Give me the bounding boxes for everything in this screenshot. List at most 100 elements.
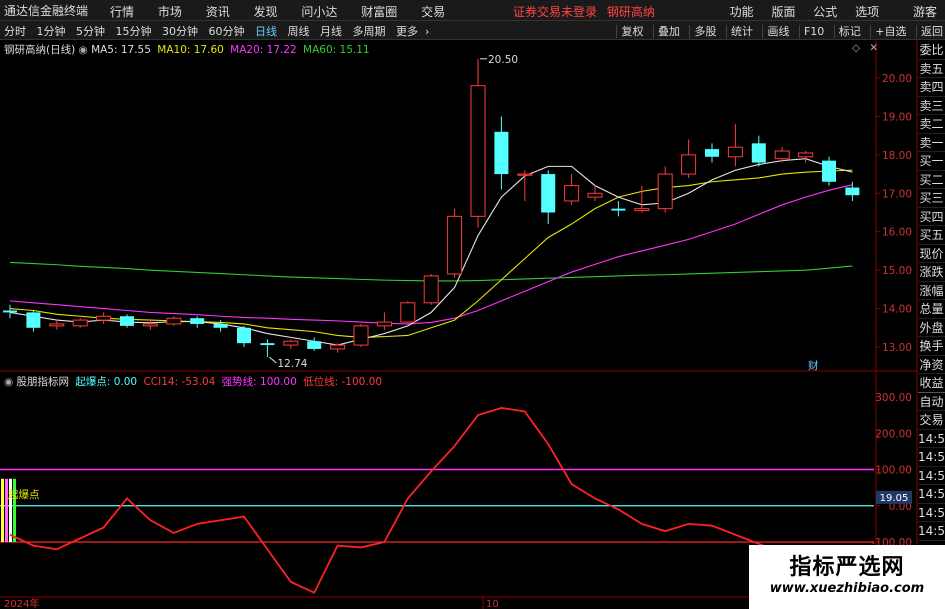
settings-icon[interactable]: ◉ [79, 44, 88, 56]
chevron-right-icon[interactable]: › [425, 25, 429, 38]
menu-item-jiaoyi[interactable]: 交易 [421, 5, 445, 19]
sidebar-item[interactable]: 14:56 [918, 485, 945, 504]
tool-draw-line-button[interactable]: 画线 [762, 25, 790, 38]
candle-body-up [330, 344, 346, 350]
menu-item-wenxiaoda[interactable]: 问小达 [301, 5, 337, 19]
sidebar-item[interactable]: 自动 [918, 393, 945, 411]
x-label-year: 2024年 [4, 597, 39, 609]
tool-fuquan-button[interactable]: 复权 [616, 25, 644, 38]
candle-body-up [774, 150, 790, 160]
sidebar-item[interactable]: 涨跌 [918, 263, 945, 282]
candle-body-up [470, 85, 486, 217]
sidebar-item[interactable]: 委比 [918, 41, 945, 60]
candle-body-up [798, 152, 814, 158]
tab-5min[interactable]: 5分钟 [76, 25, 105, 38]
candle-body-up [166, 317, 182, 325]
menu-item-shichang[interactable]: 市场 [158, 5, 182, 19]
tab-1min[interactable]: 1分钟 [37, 25, 66, 38]
sidebar-item[interactable]: 买二 [918, 171, 945, 189]
tab-15min[interactable]: 15分钟 [116, 25, 152, 38]
indicator-settings-icon[interactable]: ◉ [4, 376, 13, 388]
tool-f10-button[interactable]: F10 [798, 25, 825, 38]
menu-item-faxian[interactable]: 发现 [254, 5, 278, 19]
indicator-tick-label: 200.00 [875, 428, 912, 440]
candle-body-up [72, 319, 88, 327]
tab-weekly[interactable]: 周线 [288, 25, 310, 38]
sidebar-item[interactable]: 卖三 [918, 97, 945, 115]
sidebar-item[interactable]: 外盘 [918, 319, 945, 337]
sidebar-item[interactable]: 总量 [918, 300, 945, 319]
sidebar-item[interactable]: 卖四 [918, 78, 945, 97]
sidebar-item[interactable]: 14:56 [918, 448, 945, 467]
price-tick-label: 17.00 [882, 188, 912, 200]
candle-body-up [657, 173, 673, 210]
sidebar-item[interactable]: 涨幅 [918, 282, 945, 300]
menu-bar: 通达信金融终端 行情 市场 资讯 发现 问小达 财富圈 交易 证券交易未登录 钢… [0, 0, 945, 21]
sidebar-item[interactable]: 换手 [918, 337, 945, 356]
menu-item-gongneng[interactable]: 功能 [730, 5, 754, 19]
candle-body-down [213, 323, 228, 328]
menu-item-caifuquan[interactable]: 财富圈 [361, 5, 397, 19]
right-menu: 功能 版面 公式 选项 游客 [716, 3, 937, 20]
sidebar-item[interactable]: 买一 [918, 152, 945, 171]
menu-item-zixun[interactable]: 资讯 [206, 5, 230, 19]
trade-login-status[interactable]: 证券交易未登录 [513, 5, 597, 19]
sidebar-item[interactable]: 14:56 [918, 504, 945, 522]
close-icon[interactable]: ✕ [869, 42, 878, 54]
current-stock-name: 钢研高纳 [606, 5, 655, 19]
tab-monthly[interactable]: 月线 [320, 25, 342, 38]
tab-60min[interactable]: 60分钟 [209, 25, 245, 38]
menu-item-banmian[interactable]: 版面 [771, 5, 795, 19]
tab-30min[interactable]: 30分钟 [162, 25, 198, 38]
candle-body-up [517, 173, 533, 176]
ma5-line [9, 158, 853, 346]
candle-body-up [727, 146, 743, 158]
tab-more[interactable]: 更多 [396, 25, 418, 38]
sidebar-item[interactable]: 买三 [918, 189, 945, 208]
chart-corner-icons: ◇ ✕ [852, 42, 878, 54]
candle-body-up [353, 325, 369, 346]
candle-body-up [96, 315, 112, 321]
ma60-value: MA60: 15.11 [303, 44, 370, 56]
main-price-chart[interactable]: 20.50 12.74 财 [3, 54, 860, 372]
sidebar-item[interactable]: 14:56 [918, 430, 945, 448]
candle-body-up [376, 321, 392, 327]
watermark-title: 指标严选网 [789, 555, 905, 580]
indicator-name[interactable]: 股朋指标网 [17, 376, 70, 388]
user-label[interactable]: 游客 [913, 5, 937, 19]
sidebar-item[interactable]: 收益 [918, 374, 945, 393]
tab-multi-period[interactable]: 多周期 [353, 25, 386, 38]
tool-statistics-button[interactable]: 统计 [725, 25, 753, 38]
menu-item-hangqing[interactable]: 行情 [110, 5, 134, 19]
tab-fenshi[interactable]: 分时 [4, 25, 26, 38]
candle-body-up [634, 208, 650, 212]
price-tick-label: 19.00 [882, 111, 912, 123]
sidebar-item[interactable]: 净资 [918, 356, 945, 374]
chart-area[interactable]: 20.00 19.00 18.00 17.00 16.00 15.00 14.00 13.00… [0, 40, 945, 609]
tool-add-favorite-button[interactable]: +自选 [870, 25, 907, 38]
menu-item-xuanxiang[interactable]: 选项 [855, 5, 879, 19]
sidebar-item[interactable]: 卖二 [918, 115, 945, 134]
sidebar-item[interactable]: 买四 [918, 208, 945, 226]
candle-body-down [190, 318, 205, 324]
tab-daily[interactable]: 日线 [255, 25, 277, 38]
sidebar-item[interactable]: 14:56 [918, 522, 945, 541]
sidebar-item[interactable]: 现价 [918, 245, 945, 263]
candle-body-down [120, 316, 134, 326]
collapse-icon[interactable]: ◇ [852, 42, 860, 54]
sidebar-item[interactable]: 14:56 [918, 467, 945, 485]
high-price-label: 20.50 [488, 54, 518, 66]
candle-body-up [400, 302, 416, 323]
tool-mark-button[interactable]: 标记 [833, 25, 861, 38]
tool-multi-stock-button[interactable]: 多股 [689, 25, 717, 38]
candle-body-up [49, 323, 65, 327]
sidebar-item[interactable]: 交易 [918, 411, 945, 430]
price-tick-label: 13.00 [882, 342, 912, 354]
tool-back-button[interactable]: 返回 [916, 25, 943, 38]
sidebar-item[interactable]: 卖一 [918, 134, 945, 152]
tool-overlay-button[interactable]: 叠加 [652, 25, 680, 38]
sidebar-item[interactable]: 买五 [918, 226, 945, 245]
candle-body-down [26, 312, 41, 328]
menu-item-gongshi[interactable]: 公式 [813, 5, 837, 19]
sidebar-item[interactable]: 卖五 [918, 60, 945, 78]
